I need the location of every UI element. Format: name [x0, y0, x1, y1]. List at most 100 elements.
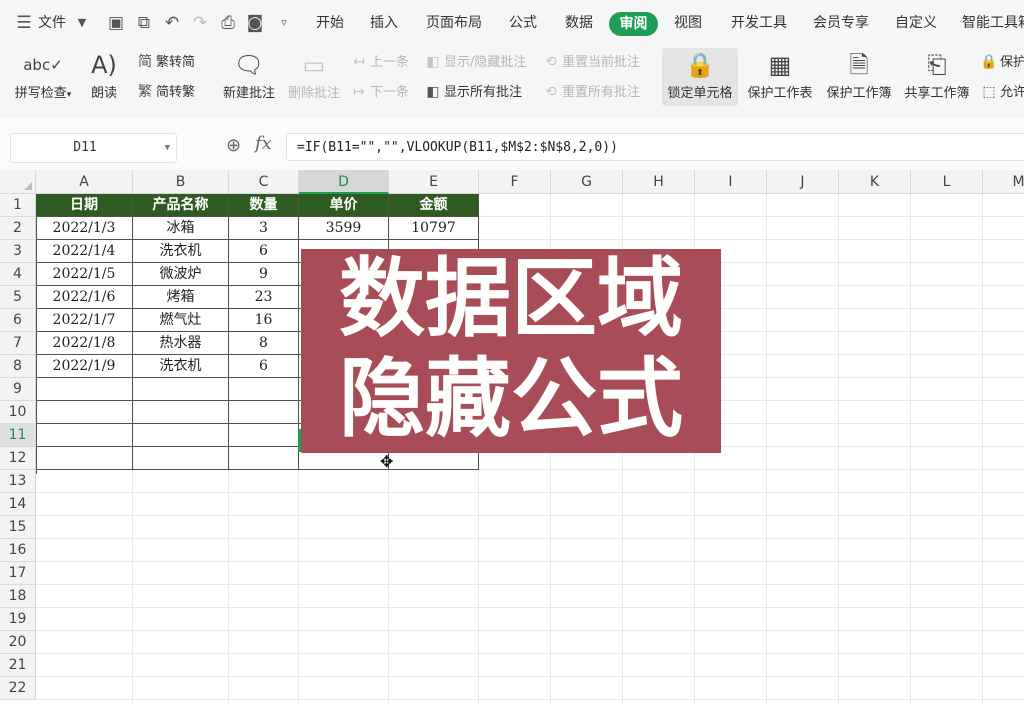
screenshot-icon[interactable]: ◙ — [245, 13, 265, 33]
name-box[interactable]: D11 ▼ — [10, 133, 177, 163]
column-header-f[interactable]: F — [479, 170, 551, 194]
column-header-i[interactable]: I — [695, 170, 767, 194]
table-cell[interactable] — [229, 447, 299, 470]
table-cell[interactable]: 2022/1/4 — [36, 240, 133, 263]
row-header-1[interactable]: 1 — [0, 194, 36, 217]
file-menu[interactable]: 文件 — [38, 12, 66, 34]
table-cell[interactable]: 烤箱 — [133, 286, 229, 309]
table-cell[interactable]: 洗衣机 — [133, 355, 229, 378]
table-header-cell[interactable]: 日期 — [36, 194, 133, 217]
table-cell[interactable] — [133, 447, 229, 470]
column-header-a[interactable]: A — [36, 170, 133, 194]
protect-partial-button[interactable]: 🔒 保护 — [980, 52, 1024, 72]
export-icon[interactable]: ⧉ — [134, 13, 154, 33]
row-header-6[interactable]: 6 — [0, 309, 36, 332]
spreadsheet-grid[interactable]: ABCDEFGHIJKLM 1 2 3 4 5 6 7 8 9 10 11 12 13 14 15 16 17 1… — [0, 170, 1024, 703]
reset-current-comment-button[interactable]: ⟲ 重置当前批注 — [542, 52, 640, 72]
table-cell[interactable]: 燃气灶 — [133, 309, 229, 332]
fx-icon[interactable]: fx — [255, 133, 272, 154]
table-cell[interactable]: 6 — [229, 355, 299, 378]
table-cell[interactable] — [133, 378, 229, 401]
table-cell[interactable]: 2022/1/6 — [36, 286, 133, 309]
table-cell[interactable]: 2022/1/9 — [36, 355, 133, 378]
column-header-d[interactable]: D — [299, 170, 389, 194]
spellcheck-button[interactable]: abc✓ 拼写检查▾ — [10, 48, 76, 101]
row-header-16[interactable]: 16 — [0, 539, 36, 562]
table-cell[interactable]: 热水器 — [133, 332, 229, 355]
table-cell[interactable]: 8 — [229, 332, 299, 355]
row-header-10[interactable]: 10 — [0, 401, 36, 424]
table-cell[interactable] — [36, 401, 133, 424]
table-cell[interactable] — [229, 401, 299, 424]
reset-all-comments-button[interactable]: ⟲ 重置所有批注 — [542, 82, 640, 102]
row-header-12[interactable]: 12 — [0, 447, 36, 470]
row-header-22[interactable]: 22 — [0, 677, 36, 700]
table-cell[interactable]: 2022/1/8 — [36, 332, 133, 355]
table-cell[interactable] — [133, 424, 229, 447]
table-header-cell[interactable]: 数量 — [229, 194, 299, 217]
table-header-cell[interactable]: 金额 — [389, 194, 479, 217]
simp-to-trad-button[interactable]: 繁简转繁 — [136, 82, 195, 102]
row-header-19[interactable]: 19 — [0, 608, 36, 631]
table-cell[interactable]: 2022/1/5 — [36, 263, 133, 286]
chevron-down-icon[interactable]: ▼ — [72, 13, 92, 33]
protect-sheet-button[interactable]: ▦ 保护工作表 — [743, 48, 817, 101]
trad-to-simp-button[interactable]: 简繁转简 — [136, 52, 195, 72]
next-comment-button[interactable]: ↦ 下一条 — [350, 82, 409, 102]
column-header-m[interactable]: M — [983, 170, 1024, 194]
row-header-3[interactable]: 3 — [0, 240, 36, 263]
select-all-corner[interactable] — [0, 170, 36, 194]
row-header-9[interactable]: 9 — [0, 378, 36, 401]
table-header-cell[interactable]: 产品名称 — [133, 194, 229, 217]
table-cell[interactable]: 6 — [229, 240, 299, 263]
table-cell[interactable]: 9 — [229, 263, 299, 286]
row-header-11[interactable]: 11 — [0, 424, 36, 447]
undo-icon[interactable]: ↶ — [162, 13, 182, 33]
table-cell[interactable]: 16 — [229, 309, 299, 332]
row-header-8[interactable]: 8 — [0, 355, 36, 378]
new-comment-button[interactable]: 🗨 新建批注 — [219, 48, 279, 101]
table-cell[interactable] — [36, 378, 133, 401]
table-cell[interactable] — [133, 401, 229, 424]
tab-member[interactable]: 会员专享 — [813, 12, 869, 34]
column-header-g[interactable]: G — [551, 170, 623, 194]
column-header-c[interactable]: C — [229, 170, 299, 194]
row-header-20[interactable]: 20 — [0, 631, 36, 654]
row-header-2[interactable]: 2 — [0, 217, 36, 240]
table-cell[interactable]: 23 — [229, 286, 299, 309]
column-header-e[interactable]: E — [389, 170, 479, 194]
print-preview-icon[interactable]: ⎙ — [218, 13, 238, 33]
allow-edit-button[interactable]: ⬚ 允许 — [980, 82, 1024, 102]
table-cell[interactable]: 2022/1/3 — [36, 217, 133, 240]
table-cell[interactable]: 微波炉 — [133, 263, 229, 286]
share-workbook-button[interactable]: ⎗ 共享工作簿 — [900, 48, 974, 101]
row-header-17[interactable]: 17 — [0, 562, 36, 585]
show-all-comments-button[interactable]: ◧ 显示所有批注 — [424, 82, 522, 102]
row-header-4[interactable]: 4 — [0, 263, 36, 286]
row-header-21[interactable]: 21 — [0, 654, 36, 677]
column-header-k[interactable]: K — [839, 170, 911, 194]
tab-formulas[interactable]: 公式 — [509, 12, 537, 34]
read-aloud-button[interactable]: A) 朗读 — [84, 48, 124, 101]
tab-page-layout[interactable]: 页面布局 — [426, 12, 482, 34]
lock-cell-button[interactable]: 🔒 锁定单元格 — [662, 48, 738, 106]
table-cell[interactable] — [36, 447, 133, 470]
column-header-l[interactable]: L — [911, 170, 983, 194]
tab-home[interactable]: 开始 — [316, 12, 344, 34]
tab-developer[interactable]: 开发工具 — [731, 12, 787, 34]
column-header-b[interactable]: B — [133, 170, 229, 194]
more-dropdown-icon[interactable]: ▿ — [274, 13, 294, 33]
tab-custom[interactable]: 自定义 — [895, 12, 937, 34]
row-header-15[interactable]: 15 — [0, 516, 36, 539]
tab-view[interactable]: 视图 — [674, 12, 702, 34]
table-cell[interactable]: 冰箱 — [133, 217, 229, 240]
table-cell[interactable]: 洗衣机 — [133, 240, 229, 263]
delete-comment-button[interactable]: ▭ 删除批注 — [284, 48, 344, 101]
tab-review[interactable]: 审阅 — [609, 12, 658, 36]
table-cell[interactable]: 3599 — [299, 217, 389, 240]
table-cell[interactable] — [229, 378, 299, 401]
chevron-down-icon[interactable]: ▼ — [165, 134, 170, 162]
row-header-13[interactable]: 13 — [0, 470, 36, 493]
tab-data[interactable]: 数据 — [565, 12, 593, 34]
show-hide-comment-button[interactable]: ◧ 显示/隐藏批注 — [424, 52, 526, 72]
